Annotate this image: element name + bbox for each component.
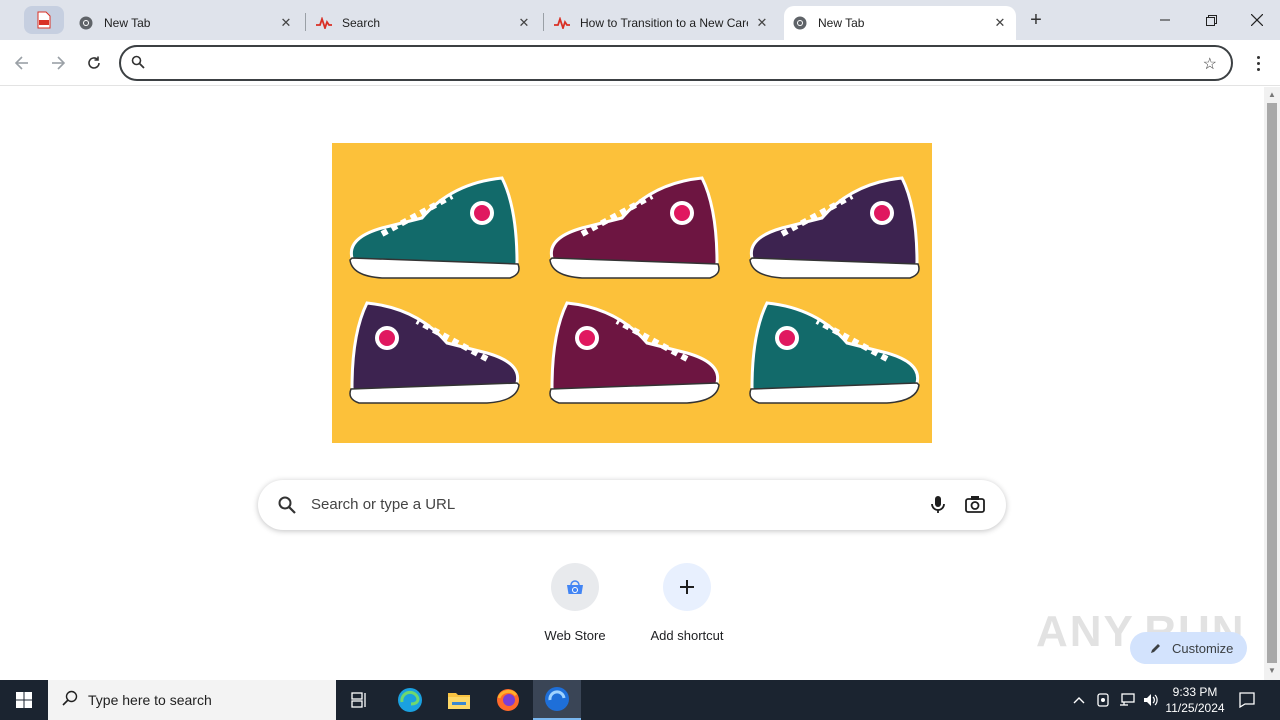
forward-button[interactable] (44, 50, 72, 76)
browser-menu-button[interactable] (1248, 52, 1268, 74)
tray-device-icon[interactable] (1092, 680, 1114, 720)
tab-separator (305, 13, 306, 31)
scrollbar-thumb[interactable] (1267, 103, 1277, 663)
new-tab-button[interactable]: + (1024, 8, 1048, 32)
web-store-icon (551, 563, 599, 611)
windows-taskbar: Type here to search 9:33 PM 11/25/2024 (0, 680, 1280, 720)
address-input[interactable] (157, 53, 1157, 73)
search-icon (62, 690, 78, 711)
shortcut-web-store[interactable]: Web Store (519, 563, 631, 653)
address-bar[interactable]: ☆ (119, 45, 1233, 81)
new-tab-page: Search or type a URL Web Store Add short… (0, 87, 1264, 680)
scroll-down-icon[interactable]: ▼ (1268, 667, 1276, 675)
pencil-icon (1151, 644, 1160, 653)
shortcut-label: Add shortcut (650, 628, 724, 643)
volume-icon (1144, 694, 1158, 706)
bookmark-star-icon[interactable]: ☆ (1203, 54, 1217, 74)
dot (1256, 55, 1260, 59)
chrome-icon (792, 15, 808, 31)
anyrun-icon (316, 15, 332, 31)
close-icon[interactable]: ✕ (514, 13, 534, 33)
windows-logo-icon (16, 692, 32, 708)
customize-label: Customize (1172, 640, 1234, 656)
restore-button[interactable] (1188, 0, 1234, 40)
page-scrollbar[interactable]: ▲ ▼ (1264, 87, 1280, 680)
close-window-button[interactable] (1234, 0, 1280, 40)
ntp-search-box[interactable]: Search or type a URL (258, 480, 1006, 530)
tab-strip: New Tab ✕ Search ✕ How to Transition to … (0, 0, 1280, 40)
close-icon (1251, 14, 1263, 26)
camera-icon[interactable] (964, 494, 986, 519)
shortcut-label: Web Store (544, 628, 606, 643)
notification-icon (1239, 692, 1255, 708)
close-icon[interactable]: ✕ (990, 13, 1010, 33)
edge-blue-icon (545, 687, 569, 711)
shortcut-add[interactable]: Add shortcut (631, 563, 743, 653)
anyrun-icon (554, 15, 570, 31)
close-icon[interactable]: ✕ (276, 13, 296, 33)
doodle-image[interactable] (332, 143, 932, 443)
forward-arrow-icon (52, 56, 65, 70)
tab-new-tab-active[interactable]: New Tab ✕ (784, 6, 1016, 40)
customize-button[interactable]: Customize (1130, 632, 1247, 664)
network-icon (1120, 693, 1135, 706)
task-view-button[interactable] (336, 680, 384, 720)
scroll-up-icon[interactable]: ▲ (1268, 91, 1276, 99)
taskbar-search-box[interactable]: Type here to search (48, 680, 336, 720)
close-icon[interactable]: ✕ (752, 13, 772, 33)
sneakers-illustration (332, 143, 932, 443)
edge-icon (398, 688, 422, 712)
taskbar-file-explorer[interactable] (435, 680, 483, 720)
back-button[interactable] (8, 50, 36, 76)
tab-separator (543, 13, 544, 31)
firefox-icon (497, 689, 519, 711)
clock-date: 11/25/2024 (1165, 701, 1225, 715)
chrome-icon (78, 15, 94, 31)
show-hidden-icons-button[interactable] (1068, 680, 1090, 720)
browser-toolbar: ☆ (0, 40, 1280, 86)
tab-label: How to Transition to a New Career (580, 16, 748, 30)
taskbar-search-placeholder: Type here to search (88, 692, 212, 708)
tab-search[interactable]: Search ✕ (308, 6, 540, 40)
search-icon (278, 496, 296, 519)
device-icon (1097, 693, 1109, 707)
search-placeholder: Search or type a URL (311, 496, 456, 513)
minimize-button[interactable] (1142, 0, 1188, 40)
tray-network-icon[interactable] (1116, 680, 1138, 720)
minimize-icon (1160, 19, 1170, 21)
search-icon (131, 55, 145, 74)
task-view-icon (351, 692, 366, 708)
tab-career[interactable]: How to Transition to a New Career ✕ (546, 6, 778, 40)
taskbar-firefox[interactable] (484, 680, 532, 720)
dot (1256, 67, 1260, 71)
tab-label: New Tab (104, 16, 151, 30)
tab-new-tab-1[interactable]: New Tab ✕ (70, 6, 302, 40)
chevron-up-icon (1073, 697, 1085, 704)
reload-button[interactable] (80, 50, 108, 76)
notifications-button[interactable] (1232, 680, 1262, 720)
taskbar-clock[interactable]: 9:33 PM 11/25/2024 (1162, 684, 1228, 716)
dot (1256, 61, 1260, 65)
back-arrow-icon (15, 56, 28, 70)
tab-label: Search (342, 16, 381, 30)
microphone-icon[interactable] (928, 494, 948, 519)
folder-icon (448, 693, 470, 709)
pinned-pdf-tab[interactable] (24, 6, 64, 34)
tray-volume-icon[interactable] (1140, 680, 1162, 720)
plus-icon (663, 563, 711, 611)
pdf-icon (37, 11, 51, 29)
reload-icon (88, 56, 100, 69)
start-button[interactable] (0, 680, 48, 720)
taskbar-edge[interactable] (386, 680, 434, 720)
tab-label: New Tab (818, 16, 865, 30)
taskbar-chrome[interactable] (533, 680, 581, 720)
clock-time: 9:33 PM (1172, 685, 1218, 699)
restore-icon (1205, 14, 1217, 26)
